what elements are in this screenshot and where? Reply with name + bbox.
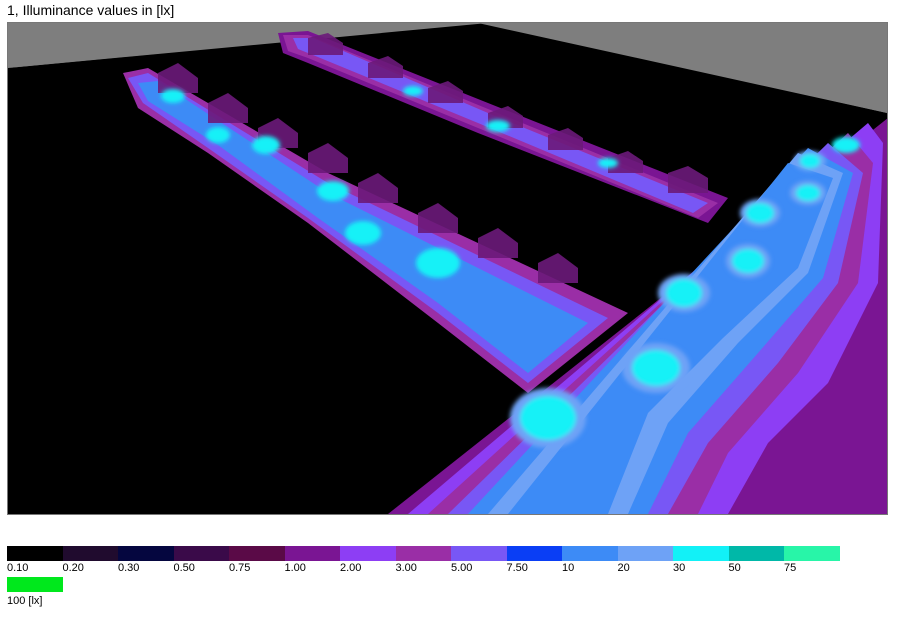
scale-label: 0.75 <box>229 562 251 574</box>
scale-swatch <box>506 546 562 561</box>
scale-swatch <box>340 546 396 561</box>
scale-swatch <box>728 546 784 561</box>
scale-label: 0.30 <box>118 562 140 574</box>
scale-label: 0.10 <box>7 562 29 574</box>
scale-swatch <box>7 546 63 561</box>
illuminance-render <box>8 23 887 514</box>
scale-swatch <box>173 546 229 561</box>
scale-label: 3.00 <box>395 562 417 574</box>
scale-swatch <box>784 546 840 561</box>
scale-swatch <box>395 546 451 561</box>
scale-label: 7.50 <box>506 562 528 574</box>
scale-label: 2.00 <box>340 562 362 574</box>
scale-swatch <box>562 546 618 561</box>
scale-swatch <box>451 546 507 561</box>
color-scale-row-1 <box>7 546 840 561</box>
scale-label-last: 100 [lx] <box>7 595 43 607</box>
scale-swatch <box>673 546 729 561</box>
scale-label: 0.50 <box>173 562 195 574</box>
scale-label: 0.20 <box>62 562 84 574</box>
scale-swatch <box>118 546 174 561</box>
scale-swatch <box>7 577 63 592</box>
view-title: 1, Illuminance values in [lx] <box>7 2 175 18</box>
scale-label: 20 <box>617 562 630 574</box>
color-scale-labels: 0.10 0.20 0.30 0.50 0.75 1.00 2.00 3.00 5.00 7.50… <box>7 562 897 578</box>
scale-label: 1.00 <box>284 562 306 574</box>
scale-swatch <box>617 546 673 561</box>
scale-label: 50 <box>728 562 741 574</box>
scale-swatch <box>62 546 118 561</box>
scale-swatch <box>284 546 340 561</box>
scale-swatch <box>229 546 285 561</box>
color-scale-row-2 <box>7 577 63 592</box>
scale-label: 75 <box>784 562 797 574</box>
scale-label: 10 <box>562 562 575 574</box>
scale-label: 5.00 <box>451 562 473 574</box>
illuminance-render-view[interactable] <box>7 22 888 515</box>
scale-label: 30 <box>673 562 686 574</box>
